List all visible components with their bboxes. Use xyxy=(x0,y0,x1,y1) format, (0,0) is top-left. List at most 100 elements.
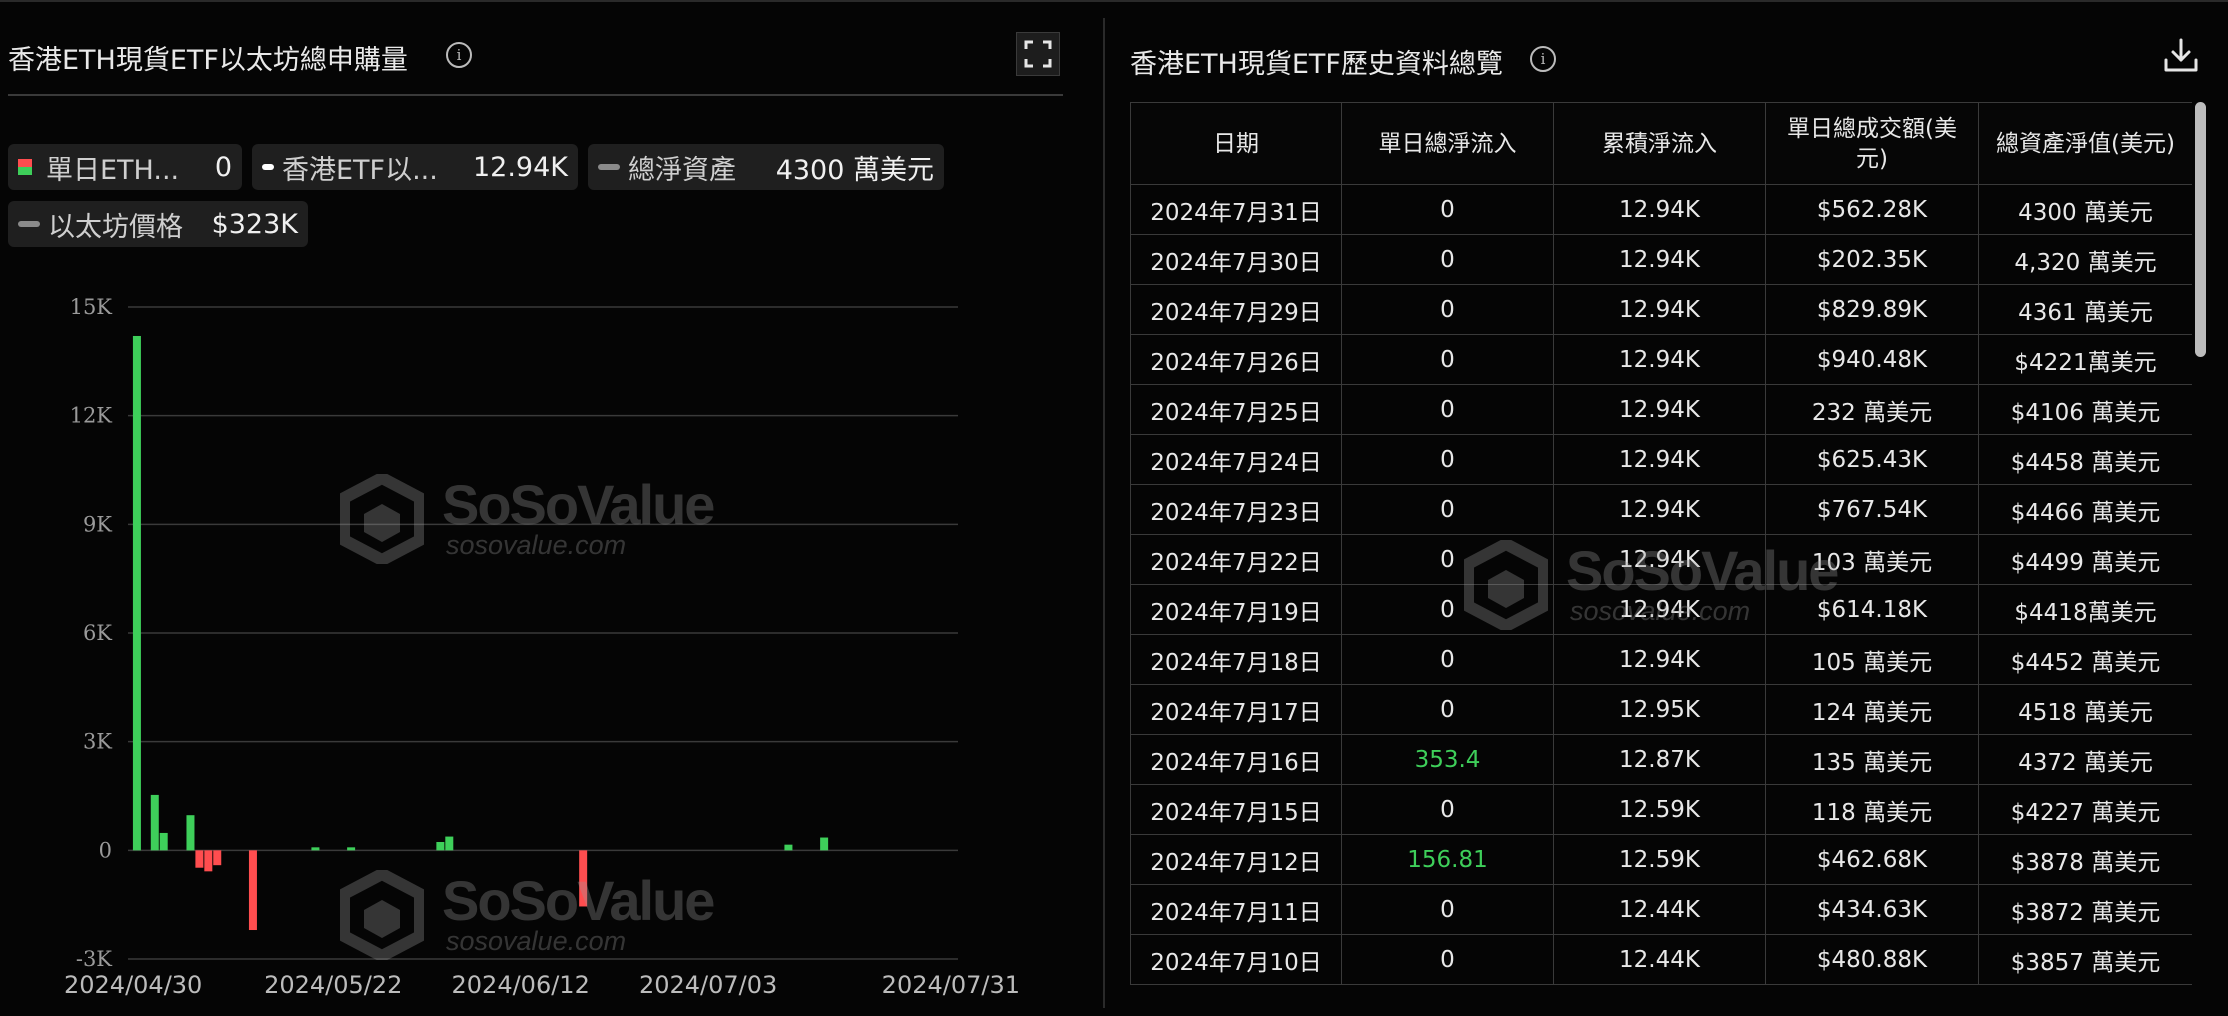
y-tick-label: 6K xyxy=(83,621,112,645)
expand-button[interactable] xyxy=(1016,32,1060,76)
cell-daily-net-inflow: 0 xyxy=(1341,784,1554,835)
cell-daily-volume: $829.89K xyxy=(1765,284,1979,335)
cell-daily-net-inflow: 0 xyxy=(1341,334,1554,385)
table-row[interactable]: 2024年7月11日 0 12.44K $434.63K $3872 萬美元 xyxy=(1130,884,2192,935)
cell-daily-net-inflow: 0 xyxy=(1341,384,1554,435)
legend-marker xyxy=(18,221,40,227)
cell-daily-net-inflow: 156.81 xyxy=(1341,834,1554,885)
cell-total-nav: 4,320 萬美元 xyxy=(1978,234,2192,285)
cell-cumulative-net-inflow: 12.94K xyxy=(1553,384,1766,435)
cell-date: 2024年7月15日 xyxy=(1130,784,1342,835)
chart-bar xyxy=(436,842,445,851)
legend-marker xyxy=(598,164,620,170)
bar-chart: 15K 12K 9K 6K 3K 0 -3K2024/04/30 2024/05/22 2024… xyxy=(64,295,1020,999)
legend-value: 0 xyxy=(214,151,232,183)
chart-bar xyxy=(579,850,588,907)
table-row[interactable]: 2024年7月18日 0 12.94K 105 萬美元 $4452 萬美元 xyxy=(1130,634,2192,685)
cell-date: 2024年7月19日 xyxy=(1130,584,1342,635)
cell-cumulative-net-inflow: 12.94K xyxy=(1553,184,1766,235)
download-button[interactable] xyxy=(2162,36,2200,74)
legend-item-hk-etf[interactable]: 香港ETF以... 12.94K xyxy=(252,144,578,190)
table-row[interactable]: 2024年7月25日 0 12.94K 232 萬美元 $4106 萬美元 xyxy=(1130,384,2192,435)
cell-date: 2024年7月11日 xyxy=(1130,884,1342,935)
table-row[interactable]: 2024年7月19日 0 12.94K $614.18K $4418萬美元 xyxy=(1130,584,2192,635)
legend-item-total-net-assets[interactable]: 總淨資產 4300 萬美元 xyxy=(588,144,944,190)
column-header-date[interactable]: 日期 xyxy=(1130,102,1342,185)
cell-daily-net-inflow: 0 xyxy=(1341,684,1554,735)
table-row[interactable]: 2024年7月17日 0 12.95K 124 萬美元 4518 萬美元 xyxy=(1130,684,2192,735)
chart-bar xyxy=(213,850,222,866)
chart-bar xyxy=(150,794,159,851)
cell-daily-volume: $940.48K xyxy=(1765,334,1979,385)
table-scrollbar[interactable] xyxy=(2195,102,2206,357)
table-row[interactable]: 2024年7月24日 0 12.94K $625.43K $4458 萬美元 xyxy=(1130,434,2192,485)
legend-value: 4300 萬美元 xyxy=(775,154,934,186)
y-tick-label: 12K xyxy=(70,404,113,428)
download-icon xyxy=(2164,38,2198,72)
legend-item-daily-eth[interactable]: 單日ETH... 0 xyxy=(8,144,242,190)
expand-icon xyxy=(1024,40,1052,68)
table-row[interactable]: 2024年7月12日 156.81 12.59K $462.68K $3878 萬美元 xyxy=(1130,834,2192,885)
cell-date: 2024年7月12日 xyxy=(1130,834,1342,885)
cell-cumulative-net-inflow: 12.59K xyxy=(1553,834,1766,885)
table-row[interactable]: 2024年7月15日 0 12.59K 118 萬美元 $4227 萬美元 xyxy=(1130,784,2192,835)
table-row[interactable]: 2024年7月16日 353.4 12.87K 135 萬美元 4372 萬美元 xyxy=(1130,734,2192,785)
cell-cumulative-net-inflow: 12.44K xyxy=(1553,934,1766,985)
cell-cumulative-net-inflow: 12.94K xyxy=(1553,284,1766,335)
cell-date: 2024年7月18日 xyxy=(1130,634,1342,685)
column-header-daily-net-inflow[interactable]: 單日總淨流入 xyxy=(1341,102,1554,185)
cell-total-nav: $3857 萬美元 xyxy=(1978,934,2192,985)
chart-title: 香港ETH現貨ETF以太坊總申購量 xyxy=(8,45,408,76)
x-tick-label: 2024/06/12 xyxy=(452,971,590,999)
table-row[interactable]: 2024年7月29日 0 12.94K $829.89K 4361 萬美元 xyxy=(1130,284,2192,335)
chart-bar xyxy=(445,836,454,851)
panel-separator xyxy=(1103,18,1105,1008)
cell-daily-volume: $767.54K xyxy=(1765,484,1979,535)
cell-date: 2024年7月17日 xyxy=(1130,684,1342,735)
cell-daily-volume: 124 萬美元 xyxy=(1765,684,1979,735)
cell-total-nav: $4452 萬美元 xyxy=(1978,634,2192,685)
column-header-total-nav[interactable]: 總資產淨值(美元) xyxy=(1978,102,2192,185)
table-row[interactable]: 2024年7月30日 0 12.94K $202.35K 4,320 萬美元 xyxy=(1130,234,2192,285)
cell-total-nav: $4106 萬美元 xyxy=(1978,384,2192,435)
history-table-container[interactable]: 日期 單日總淨流入 累積淨流入 單日總成交額(美元) 總資產淨值(美元) 202… xyxy=(1130,102,2192,1002)
cell-date: 2024年7月24日 xyxy=(1130,434,1342,485)
cell-daily-volume: $434.63K xyxy=(1765,884,1979,935)
y-tick-label: 15K xyxy=(70,295,113,319)
column-header-daily-volume[interactable]: 單日總成交額(美元) xyxy=(1765,102,1979,185)
cell-daily-volume: 232 萬美元 xyxy=(1765,384,1979,435)
legend-item-eth-price[interactable]: 以太坊價格 $323K xyxy=(8,201,308,247)
cell-daily-volume: $562.28K xyxy=(1765,184,1979,235)
cell-total-nav: $3878 萬美元 xyxy=(1978,834,2192,885)
legend-value: $323K xyxy=(211,208,298,240)
cell-daily-volume: $202.35K xyxy=(1765,234,1979,285)
table-row[interactable]: 2024年7月22日 0 12.94K 103 萬美元 $4499 萬美元 xyxy=(1130,534,2192,585)
y-tick-label: 9K xyxy=(83,512,112,536)
cell-cumulative-net-inflow: 12.87K xyxy=(1553,734,1766,785)
cell-daily-net-inflow: 0 xyxy=(1341,434,1554,485)
cell-cumulative-net-inflow: 12.94K xyxy=(1553,584,1766,635)
cell-date: 2024年7月31日 xyxy=(1130,184,1342,235)
table-row[interactable]: 2024年7月31日 0 12.94K $562.28K 4300 萬美元 xyxy=(1130,184,2192,235)
chart-panel: 香港ETH現貨ETF以太坊總申購量 i 單日ETH... 0 香港ETF以...… xyxy=(0,0,1090,1016)
column-header-cumulative-net-inflow[interactable]: 累積淨流入 xyxy=(1553,102,1766,185)
x-tick-label: 2024/07/03 xyxy=(639,971,777,999)
cell-daily-net-inflow: 0 xyxy=(1341,184,1554,235)
legend-value: 12.94K xyxy=(472,151,568,183)
cell-date: 2024年7月29日 xyxy=(1130,284,1342,335)
legend-label: 單日ETH... xyxy=(46,154,180,186)
cell-daily-volume: $625.43K xyxy=(1765,434,1979,485)
legend-marker xyxy=(18,159,32,175)
info-icon[interactable]: i xyxy=(1530,46,1556,72)
table-row[interactable]: 2024年7月10日 0 12.44K $480.88K $3857 萬美元 xyxy=(1130,934,2192,985)
chart-bar xyxy=(204,850,213,872)
cell-cumulative-net-inflow: 12.59K xyxy=(1553,784,1766,835)
cell-daily-net-inflow: 0 xyxy=(1341,934,1554,985)
info-icon[interactable]: i xyxy=(446,42,472,68)
table-row[interactable]: 2024年7月23日 0 12.94K $767.54K $4466 萬美元 xyxy=(1130,484,2192,535)
cell-daily-volume: 103 萬美元 xyxy=(1765,534,1979,585)
x-tick-label: 2024/07/31 xyxy=(882,971,1020,999)
legend-marker xyxy=(262,164,274,170)
cell-total-nav: 4518 萬美元 xyxy=(1978,684,2192,735)
table-row[interactable]: 2024年7月26日 0 12.94K $940.48K $4221萬美元 xyxy=(1130,334,2192,385)
